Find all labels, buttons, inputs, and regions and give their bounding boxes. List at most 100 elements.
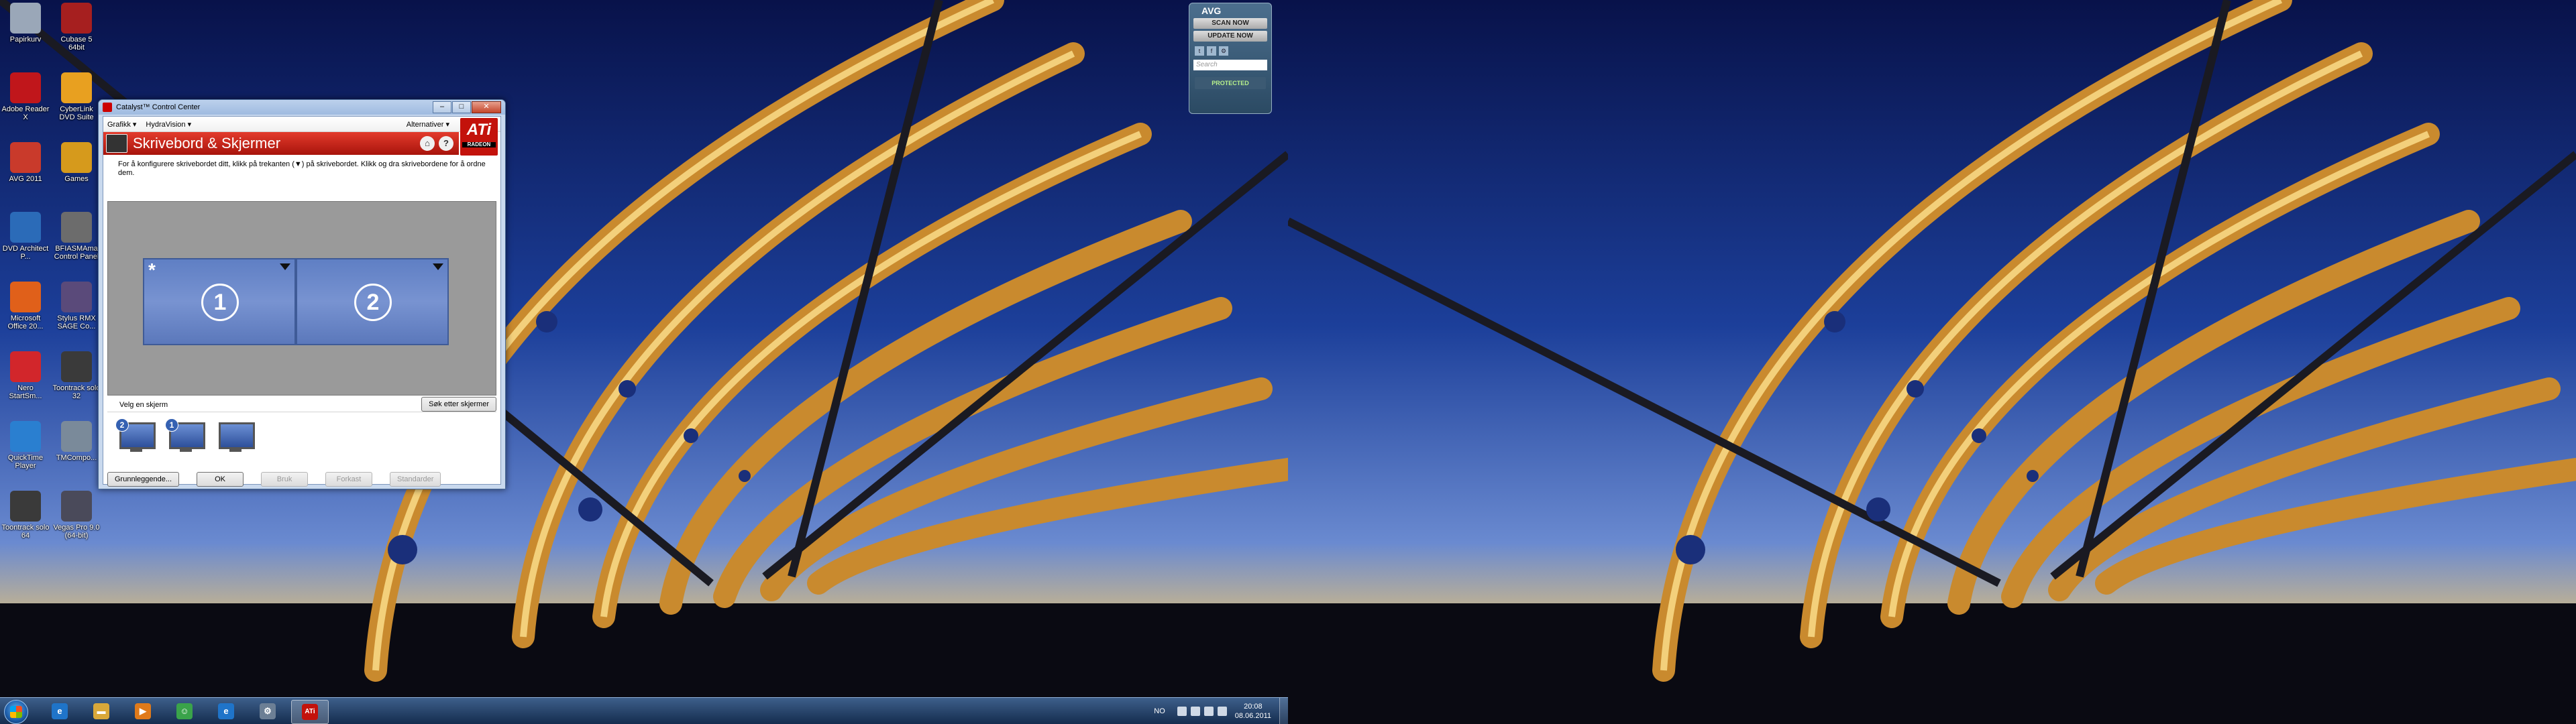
- display-chooser-row: Velg en skjerm Søk etter skjermer: [107, 397, 496, 412]
- menu-alternativer[interactable]: Alternativer ▾: [407, 120, 449, 129]
- flag-icon[interactable]: [1190, 707, 1200, 716]
- desktop-icon[interactable]: Microsoft Office 20...: [1, 282, 50, 330]
- window-title: Catalyst™ Control Center: [116, 103, 201, 111]
- catalyst-control-center-window[interactable]: Catalyst™ Control Center – □ ✕ Grafikk ▾…: [98, 99, 506, 489]
- desktop-icon-label: Games: [64, 175, 89, 183]
- facebook-icon[interactable]: f: [1207, 46, 1216, 56]
- desktop-icon[interactable]: Vegas Pro 9.0 (64-bit): [52, 491, 101, 540]
- volume-icon[interactable]: [1217, 707, 1227, 716]
- close-button[interactable]: ✕: [472, 101, 501, 113]
- help-icon[interactable]: ?: [439, 136, 453, 151]
- desktop-icon[interactable]: Games: [52, 142, 101, 183]
- ok-button[interactable]: OK: [197, 472, 244, 487]
- desktop-layout-area[interactable]: * 1 2: [107, 201, 496, 396]
- control-panel-icon: [61, 212, 92, 243]
- monitor-badge: 2: [115, 418, 129, 432]
- desktop-icon[interactable]: Toontrack solo 32: [52, 351, 101, 400]
- desktop-icon-label: QuickTime Player: [7, 454, 44, 470]
- tm-icon: [61, 421, 92, 452]
- desktop-icon[interactable]: Papirkurv: [1, 3, 50, 44]
- defaults-button[interactable]: Standarder: [390, 472, 441, 487]
- toontrack-icon: [61, 351, 92, 382]
- apply-button[interactable]: Bruk: [261, 472, 309, 487]
- avg-brand: AVG: [1201, 5, 1222, 16]
- desktop-icon-label: Cubase 5 64bit: [60, 36, 93, 52]
- desktop-icon[interactable]: Nero StartSm...: [1, 351, 50, 400]
- taskbar: e ▬ ▶ ☺ e ⚙ ATi NO 20:08 08.06.2011: [0, 697, 1288, 724]
- update-now-button[interactable]: UPDATE NOW: [1193, 31, 1267, 42]
- taskbar-button[interactable]: e: [42, 700, 78, 723]
- home-icon[interactable]: ⌂: [420, 136, 435, 151]
- show-desktop-button[interactable]: [1279, 698, 1288, 724]
- desktop-icon[interactable]: CyberLink DVD Suite: [52, 72, 101, 121]
- avg-gadget[interactable]: AVG SCAN NOW UPDATE NOW t f ⚙ Search PRO…: [1189, 3, 1272, 114]
- display-number: 2: [354, 284, 392, 321]
- twitter-icon[interactable]: t: [1195, 46, 1204, 56]
- basic-button[interactable]: Grunnleggende...: [107, 472, 180, 487]
- desktop-icon-label: BFIASMAma Control Panel: [54, 245, 99, 261]
- desktop-icon-label: Stylus RMX SAGE Co...: [57, 314, 96, 330]
- toontrack-icon: [10, 491, 41, 522]
- desktop-icon[interactable]: AVG 2011: [1, 142, 50, 183]
- menu-hydravision[interactable]: HydraVision ▾: [146, 120, 191, 129]
- desktop-icon[interactable]: QuickTime Player: [1, 421, 50, 470]
- desktop-icon[interactable]: Adobe Reader X: [1, 72, 50, 121]
- taskbar-button[interactable]: ⚙: [250, 700, 286, 723]
- taskbar-button[interactable]: ▶: [125, 700, 161, 723]
- system-tray: NO 20:08 08.06.2011: [1154, 698, 1288, 724]
- desktop-icon-label: Microsoft Office 20...: [7, 314, 44, 330]
- choose-display-label: Velg en skjerm: [119, 401, 168, 409]
- avg-search-input[interactable]: Search: [1193, 60, 1267, 70]
- monitor-1-desktop[interactable]: Papirkurv Cubase 5 64bit Adobe Reader X Cyb…: [0, 0, 1288, 724]
- desktop-icon[interactable]: BFIASMAma Control Panel: [52, 212, 101, 261]
- desktop-icon[interactable]: DVD Architect P...: [1, 212, 50, 261]
- nero-icon: [10, 351, 41, 382]
- network-icon[interactable]: [1203, 707, 1214, 716]
- maximize-button[interactable]: □: [452, 101, 471, 113]
- language-indicator[interactable]: NO: [1154, 707, 1165, 715]
- taskbar-button[interactable]: ☺: [166, 700, 203, 723]
- monitor-icon-3[interactable]: [216, 420, 255, 453]
- instruction-text: For å konfigurere skrivebordet ditt, kli…: [118, 160, 486, 177]
- show-hidden-icons-icon[interactable]: [1177, 707, 1187, 716]
- ie-icon: e: [218, 703, 234, 719]
- desktop-icon[interactable]: Toontrack solo 64: [1, 491, 50, 540]
- discard-button[interactable]: Forkast: [325, 472, 373, 487]
- monitor-icon-1[interactable]: 1: [165, 418, 205, 453]
- display-2-tile[interactable]: 2: [296, 258, 449, 345]
- monitor-icon-2[interactable]: 2: [115, 418, 156, 453]
- clock[interactable]: 20:08 08.06.2011: [1235, 702, 1271, 721]
- dialog-buttons: Grunnleggende... OK Bruk Forkast Standar…: [107, 472, 496, 487]
- ati-icon: ATi: [302, 704, 318, 720]
- stylus-rmx-icon: [61, 282, 92, 312]
- office-icon: [10, 282, 41, 312]
- desktop-icon-label: AVG 2011: [9, 175, 42, 183]
- taskbar-button[interactable]: ATi: [291, 700, 329, 724]
- clock-time: 20:08: [1244, 703, 1263, 711]
- display-1-tile[interactable]: * 1: [143, 258, 296, 345]
- windows-logo-icon: [10, 706, 22, 718]
- messenger-icon: ☺: [176, 703, 193, 719]
- desktop-icon[interactable]: Stylus RMX SAGE Co...: [52, 282, 101, 330]
- settings-icon[interactable]: ⚙: [1219, 46, 1228, 56]
- monitor-2-desktop[interactable]: [1288, 0, 2576, 724]
- taskbar-button[interactable]: e: [208, 700, 244, 723]
- minimize-button[interactable]: –: [433, 101, 451, 113]
- window-titlebar[interactable]: Catalyst™ Control Center – □ ✕: [99, 100, 505, 115]
- ccc-app-icon: [103, 103, 112, 112]
- menu-grafikk[interactable]: Grafikk ▾: [107, 120, 136, 129]
- desktop-display-icon: [106, 134, 127, 153]
- scan-now-button[interactable]: SCAN NOW: [1193, 18, 1267, 29]
- search-displays-button[interactable]: Søk etter skjermer: [421, 397, 496, 412]
- display-2-menu-triangle[interactable]: [433, 263, 443, 270]
- desktop-icon-label: Adobe Reader X: [1, 105, 50, 121]
- desktop-icon-label: Vegas Pro 9.0 (64-bit): [53, 524, 100, 540]
- monitor-icon-list: 2 1: [115, 418, 255, 453]
- start-button[interactable]: [4, 700, 28, 724]
- desktop-icon[interactable]: Cubase 5 64bit: [52, 3, 101, 52]
- desktop-icon[interactable]: TMCompo...: [52, 421, 101, 462]
- display-1-menu-triangle[interactable]: [280, 263, 290, 270]
- taskbar-button[interactable]: ▬: [83, 700, 119, 723]
- monitor-badge: 1: [165, 418, 178, 432]
- cyberlink-icon: [61, 72, 92, 103]
